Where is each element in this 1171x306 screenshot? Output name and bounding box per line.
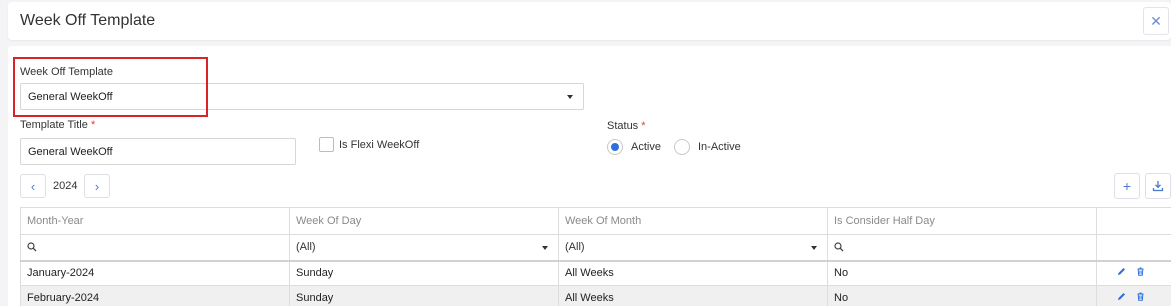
week-of-month-filter-value: (All)	[565, 241, 585, 254]
template-title-input[interactable]: General WeekOff	[20, 138, 296, 165]
search-icon	[27, 242, 37, 252]
required-mark: *	[90, 119, 96, 131]
filter-row: (All) (All)	[20, 234, 1171, 262]
cell-week-of-month: All Weeks	[558, 285, 828, 306]
edit-button[interactable]	[1117, 267, 1126, 276]
delete-button[interactable]	[1136, 267, 1145, 277]
next-year-button[interactable]: ›	[84, 174, 110, 198]
cell-week-of-day: Sunday	[289, 285, 559, 306]
week-of-day-filter-select[interactable]: (All)	[289, 234, 559, 262]
pencil-icon	[1118, 293, 1125, 300]
flexi-weekoff-label: Is Flexi WeekOff	[339, 139, 420, 151]
trash-icon	[1137, 292, 1144, 301]
cell-month-year: February-2024	[20, 285, 290, 306]
close-icon: ✕	[1150, 12, 1162, 29]
plus-icon: +	[1122, 178, 1132, 194]
flexi-weekoff-checkbox[interactable]	[319, 137, 334, 152]
close-button[interactable]: ✕	[1143, 7, 1169, 35]
template-title-label-text: Template Title	[20, 119, 88, 131]
week-off-template-page: Week Off Template ✕ Week Off Template Ge…	[0, 0, 1171, 306]
table-header-row: Month-Year Week Of Day Week Of Month Is …	[20, 207, 1171, 235]
search-icon	[834, 242, 844, 252]
chevron-right-icon: ›	[94, 178, 100, 194]
status-inactive-radio[interactable]	[674, 139, 690, 155]
cell-week-of-day: Sunday	[289, 260, 559, 286]
table-row[interactable]: February-2024 Sunday All Weeks No	[20, 285, 1171, 306]
page-title: Week Off Template	[20, 12, 156, 29]
column-header-half-day[interactable]: Is Consider Half Day	[827, 207, 1097, 235]
chevron-down-icon	[542, 246, 548, 250]
template-select-label: Week Off Template	[20, 66, 113, 78]
required-mark: *	[641, 120, 646, 132]
week-off-table: Month-Year Week Of Day Week Of Month Is …	[20, 207, 1171, 306]
week-of-month-filter-select[interactable]: (All)	[558, 234, 828, 262]
page-header: Week Off Template ✕	[8, 2, 1171, 40]
pencil-icon	[1118, 268, 1125, 276]
chevron-down-icon	[811, 246, 817, 250]
status-label-text: Status	[607, 120, 639, 132]
add-button[interactable]: +	[1114, 173, 1140, 199]
column-header-actions	[1096, 207, 1171, 235]
cell-week-of-month: All Weeks	[558, 260, 828, 286]
chevron-down-icon	[567, 95, 573, 99]
column-header-week-of-month[interactable]: Week Of Month	[558, 207, 828, 235]
status-active-radio[interactable]	[607, 139, 623, 155]
template-select-value: General WeekOff	[28, 90, 113, 103]
status-active-label: Active	[631, 141, 661, 153]
cell-half-day: No	[827, 285, 1097, 306]
year-display: 2024	[53, 180, 78, 192]
cell-actions	[1096, 260, 1171, 286]
template-title-value: General WeekOff	[28, 145, 113, 158]
month-year-search-filter[interactable]	[20, 234, 290, 262]
template-select[interactable]: General WeekOff	[20, 83, 584, 110]
column-header-month-year[interactable]: Month-Year	[20, 207, 290, 235]
prev-year-button[interactable]: ‹	[20, 174, 46, 198]
template-title-label: Template Title *	[20, 119, 95, 131]
download-icon	[1152, 181, 1164, 192]
status-label: Status *	[607, 120, 646, 132]
edit-button[interactable]	[1117, 292, 1126, 301]
cell-month-year: January-2024	[20, 260, 290, 286]
trash-icon	[1137, 267, 1144, 277]
status-inactive-label: In-Active	[698, 141, 741, 153]
delete-button[interactable]	[1136, 292, 1145, 301]
download-button[interactable]	[1145, 173, 1171, 199]
chevron-left-icon: ‹	[30, 178, 36, 194]
cell-actions	[1096, 285, 1171, 306]
actions-filter-cell	[1096, 234, 1171, 262]
cell-half-day: No	[827, 260, 1097, 286]
half-day-search-filter[interactable]	[827, 234, 1097, 262]
column-header-week-of-day[interactable]: Week Of Day	[289, 207, 559, 235]
week-of-day-filter-value: (All)	[296, 241, 316, 254]
table-row[interactable]: January-2024 Sunday All Weeks No	[20, 260, 1171, 286]
